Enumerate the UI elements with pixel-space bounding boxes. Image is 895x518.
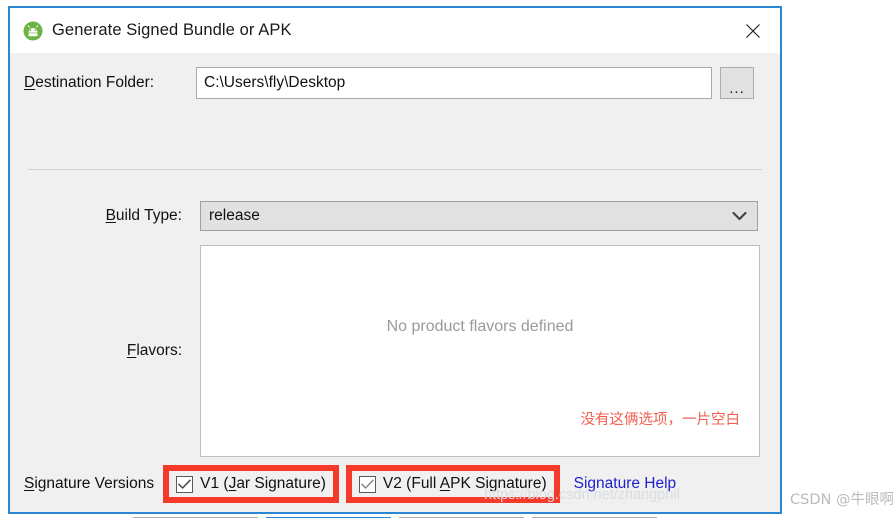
v2-checkbox-label: V2 (Full APK Signature) <box>383 475 547 493</box>
flavors-label-mnemonic: F <box>126 341 137 359</box>
browse-button[interactable]: ... <box>720 67 754 99</box>
build-type-value: release <box>209 207 260 224</box>
v2-label-mnemonic: A <box>439 475 451 492</box>
v1-checkbox-label: V1 (Jar Signature) <box>200 475 326 493</box>
checkmark-icon <box>361 479 374 489</box>
signature-versions-label-rest: ignature Versions <box>34 475 155 492</box>
build-type-label-rest: uild Type: <box>115 207 182 224</box>
flavors-annotation: 没有这俩选项，一片空白 <box>580 411 741 428</box>
screenshot-root: Generate Signed Bundle or APK Destinatio… <box>0 0 895 518</box>
flavors-label: Flavors: <box>24 342 200 360</box>
v1-label-before: V1 ( <box>200 475 229 492</box>
generate-signed-bundle-dialog: Generate Signed Bundle or APK Destinatio… <box>8 6 782 518</box>
android-studio-icon <box>23 21 43 41</box>
close-icon[interactable] <box>736 16 770 46</box>
flavors-list-panel[interactable]: No product flavors defined 没有这俩选项，一片空白 <box>200 244 760 457</box>
destination-folder-label: Destination Folder: <box>24 74 196 92</box>
chevron-down-icon <box>732 211 747 221</box>
build-type-select[interactable]: release <box>200 201 758 231</box>
signature-help-link[interactable]: Signature Help <box>574 475 677 493</box>
checkmark-icon <box>178 479 191 489</box>
signature-versions-label-mnemonic: S <box>24 475 35 492</box>
build-type-row: Build Type: release <box>10 201 780 231</box>
v1-checkbox[interactable] <box>176 475 194 493</box>
build-type-label-mnemonic: B <box>105 207 116 224</box>
flavors-empty-message: No product flavors defined <box>386 317 574 335</box>
section-divider <box>28 169 762 170</box>
destination-folder-input[interactable]: C:\Users\fly\Desktop <box>196 67 712 99</box>
ellipsis-icon: ... <box>729 80 745 97</box>
destination-folder-value: C:\Users\fly\Desktop <box>204 74 346 91</box>
signature-versions-label: Signature Versions <box>24 475 154 493</box>
destination-folder-label-rest: estination Folder: <box>35 74 155 91</box>
build-type-label: Build Type: <box>24 207 200 225</box>
v1-highlight-box: V1 (Jar Signature) <box>163 465 339 503</box>
flavors-label-rest: lavors: <box>136 341 182 359</box>
v1-label-after: ar Signature) <box>236 475 326 492</box>
signature-versions-row: Signature Versions V1 (Jar Signature) V2… <box>10 465 780 503</box>
dialog-body: Destination Folder: C:\Users\fly\Desktop… <box>10 53 780 518</box>
dialog-title: Generate Signed Bundle or APK <box>52 21 292 39</box>
dialog-titlebar: Generate Signed Bundle or APK <box>10 6 780 53</box>
destination-folder-label-mnemonic: D <box>24 74 36 91</box>
flavors-row: Flavors: No product flavors defined 没有这俩… <box>10 243 780 458</box>
destination-folder-row: Destination Folder: C:\Users\fly\Desktop… <box>10 66 780 100</box>
v2-checkbox[interactable] <box>358 475 376 493</box>
v2-highlight-box: V2 (Full APK Signature) <box>345 465 560 503</box>
v2-label-after: PK Signature) <box>450 475 547 492</box>
csdn-watermark: CSDN @牛眼啊 <box>790 492 894 508</box>
v2-label-before: V2 (Full <box>382 475 440 492</box>
